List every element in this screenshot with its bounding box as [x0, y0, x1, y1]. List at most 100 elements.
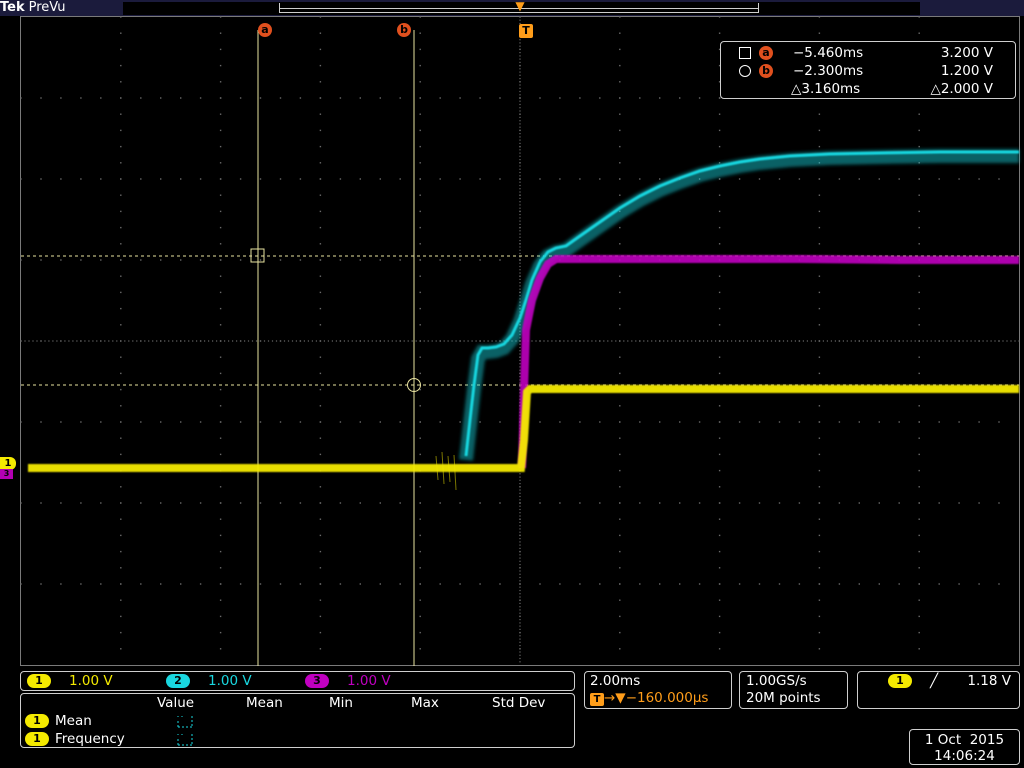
graticule-dot	[619, 16, 621, 18]
meas-header-std-dev: Std Dev	[492, 695, 546, 711]
graticule-dot	[727, 340, 729, 342]
channel-3-level-marker[interactable]: 3	[0, 469, 13, 479]
graticule-dot	[40, 421, 42, 423]
graticule-dot	[519, 265, 521, 268]
graticule-dot	[499, 259, 501, 261]
graticule-dot	[659, 502, 661, 504]
graticule-dot	[120, 453, 122, 456]
graticule-dot	[950, 340, 952, 342]
graticule-dot	[519, 346, 521, 349]
graticule-dot	[978, 178, 980, 180]
meas-header-mean: Mean	[246, 695, 283, 711]
cursor-a-marker[interactable]: a	[258, 23, 272, 37]
graticule-dot	[120, 615, 122, 618]
graticule-dot	[619, 194, 621, 196]
graticule-dot	[679, 340, 681, 342]
graticule-dot	[180, 178, 182, 180]
graticule-dot	[24, 340, 26, 342]
graticule-dot	[208, 340, 210, 342]
graticule-dot	[120, 550, 122, 553]
graticule-dot	[259, 340, 262, 342]
graticule-dot	[491, 340, 493, 342]
graticule-dot	[519, 589, 521, 592]
graticule-dot	[319, 81, 322, 83]
graticule-dot	[762, 340, 765, 342]
graticule-dot	[319, 421, 322, 423]
graticule-dot	[1010, 340, 1012, 342]
graticule-dot	[938, 340, 940, 342]
graticule-dot	[359, 502, 361, 504]
graticule-dot	[519, 508, 521, 511]
meas-frequency-channel-badge: 1	[25, 732, 49, 746]
channel-3-badge[interactable]: 3	[305, 674, 329, 688]
graticule-dot	[926, 340, 928, 342]
graticule-dot	[519, 178, 521, 180]
graticule-dot	[918, 16, 920, 18]
graticule-dot	[519, 246, 521, 248]
graticule-dot	[818, 113, 821, 115]
acquisition-panel[interactable]: 1.00GS/s 20M points	[739, 671, 848, 709]
graticule-dot	[459, 583, 461, 585]
graticule-dot	[120, 356, 122, 358]
graticule-dot	[842, 340, 844, 342]
graticule-dot	[100, 97, 102, 99]
graticule-dot	[319, 129, 322, 132]
graticule-dot	[519, 560, 521, 562]
trigger-panel[interactable]: 1 ╱ 1.18 V	[857, 671, 1020, 709]
graticule-dot	[938, 178, 940, 180]
graticule-dot	[619, 48, 621, 51]
graticule-dot	[619, 583, 621, 585]
graticule-dot	[858, 340, 860, 342]
graticule-dot	[998, 421, 1000, 423]
graticule-dot	[339, 421, 342, 423]
channel-2-scale[interactable]: 1.00 V	[208, 672, 252, 691]
graticule-dot	[419, 437, 421, 439]
graticule-dot	[100, 421, 102, 423]
graticule-dot	[259, 502, 262, 504]
graticule-dot	[519, 531, 521, 533]
graticule-dot	[519, 551, 521, 553]
graticule-dot	[735, 340, 737, 342]
graticule-dot	[798, 178, 801, 180]
meas-frequency-empty-value-icon	[177, 734, 193, 746]
graticule-dot	[419, 243, 421, 245]
cursor-b-marker[interactable]: b	[397, 23, 411, 37]
graticule-dot	[699, 340, 701, 342]
graticule-dot	[419, 226, 421, 229]
channel-1-scale[interactable]: 1.00 V	[69, 672, 113, 691]
cursor-readout-panel: a −5.460ms 3.200 V b −2.300ms 1.200 V △3…	[720, 41, 1016, 99]
graticule-dot	[319, 113, 322, 115]
graticule-dot	[519, 81, 521, 83]
graticule-dot	[651, 340, 653, 342]
graticule-dot	[100, 178, 102, 180]
graticule-dot	[898, 340, 900, 342]
graticule-dot	[319, 145, 322, 148]
graticule-dot	[199, 421, 202, 423]
graticule-dot	[918, 599, 920, 601]
graticule-dot	[918, 129, 920, 132]
graticule-dot	[563, 340, 565, 342]
graticule-dot	[918, 502, 920, 504]
graticule-dot	[619, 437, 621, 439]
graticule-dot	[459, 502, 461, 504]
trigger-marker[interactable]: T	[519, 24, 533, 38]
graticule-dot	[519, 593, 521, 595]
graticule-dot	[415, 340, 417, 342]
graticule-dot	[519, 259, 521, 261]
graticule-dot	[818, 129, 821, 132]
rising-edge-icon: ╱	[930, 673, 939, 689]
graticule-dot	[718, 307, 721, 310]
channel-3-scale[interactable]: 1.00 V	[347, 672, 391, 691]
graticule-dot	[1006, 340, 1008, 342]
graticule-dot	[519, 136, 521, 138]
graticule-dot	[830, 340, 832, 342]
graticule-dot	[419, 518, 421, 520]
timebase-panel[interactable]: 2.00ms T →▼−160.000µs	[584, 671, 732, 709]
channel-2-badge[interactable]: 2	[166, 674, 190, 688]
graticule-dot	[479, 340, 481, 342]
channel-1-badge[interactable]: 1	[27, 674, 51, 688]
graticule-dot	[519, 356, 521, 358]
graticule-dot	[519, 210, 521, 212]
graticule-dot	[619, 518, 621, 520]
graticule-dot	[910, 340, 912, 342]
